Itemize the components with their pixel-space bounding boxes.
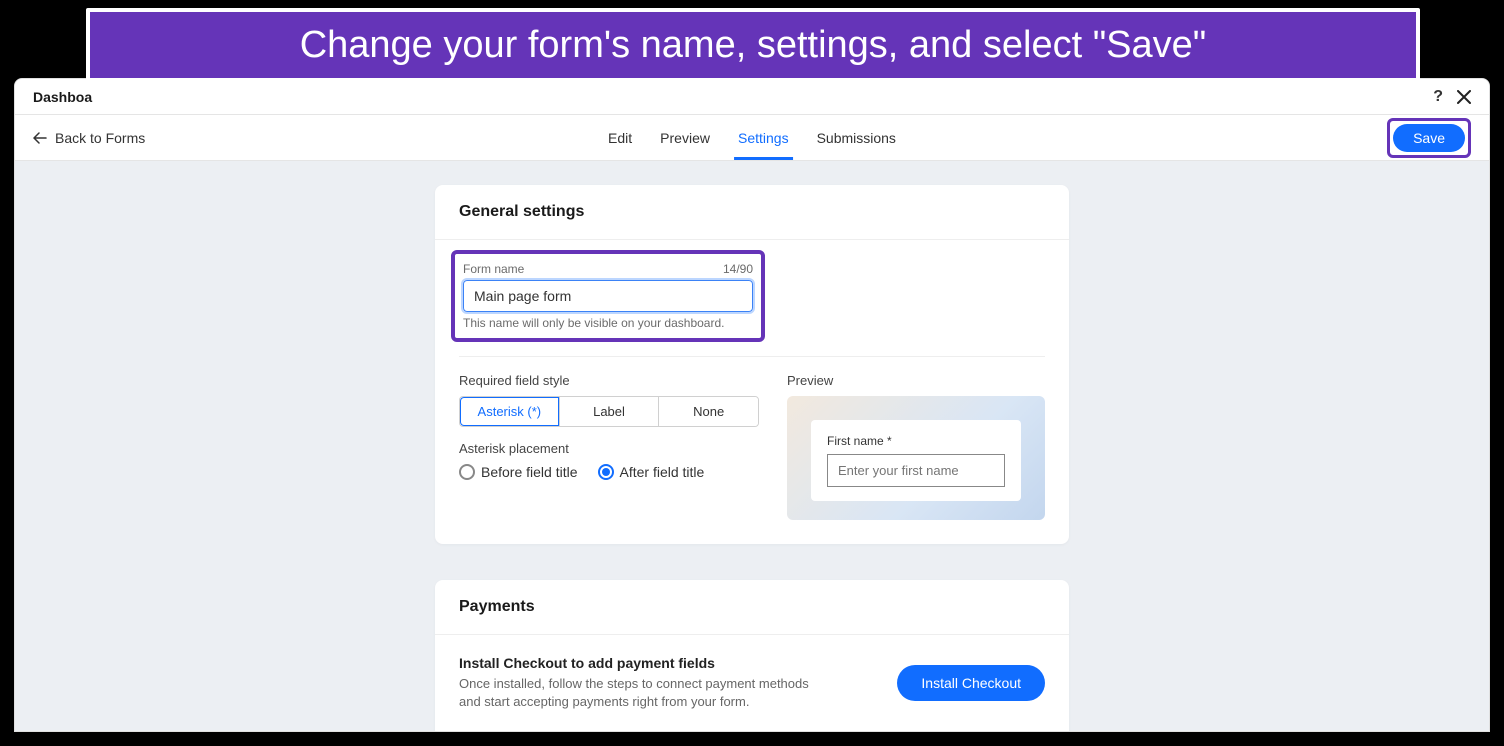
preview-input <box>827 454 1005 487</box>
placement-after-label: After field title <box>620 464 705 480</box>
preview-panel: First name * <box>787 396 1045 520</box>
asterisk-placement-label: Asterisk placement <box>459 441 759 456</box>
tab-submissions[interactable]: Submissions <box>817 115 896 160</box>
preview-field-label: First name * <box>827 434 1005 448</box>
preview-label: Preview <box>787 373 1045 388</box>
settings-columns: Required field style Asterisk (*) Label … <box>459 373 1045 520</box>
payments-card: Payments Install Checkout to add payment… <box>435 580 1069 731</box>
required-style-segmented: Asterisk (*) Label None <box>459 396 759 427</box>
placement-before-radio[interactable]: Before field title <box>459 464 578 480</box>
form-name-highlight: Form name 14/90 This name will only be v… <box>451 250 765 342</box>
callout-text: Change your form's name, settings, and s… <box>300 24 1207 67</box>
radio-icon <box>459 464 475 480</box>
style-option-label[interactable]: Label <box>559 397 659 426</box>
back-to-forms-link[interactable]: Back to Forms <box>33 130 145 146</box>
instruction-callout: Change your form's name, settings, and s… <box>86 8 1420 82</box>
window-title: Dashboa <box>33 89 92 105</box>
content-area: General settings Form name 14/90 This na… <box>15 161 1489 731</box>
payments-description: Once installed, follow the steps to conn… <box>459 675 829 711</box>
required-field-style-label: Required field style <box>459 373 759 388</box>
payments-title: Install Checkout to add payment fields <box>459 655 829 671</box>
payments-heading: Payments <box>435 580 1069 635</box>
form-name-counter: 14/90 <box>723 262 753 276</box>
style-option-none[interactable]: None <box>658 397 758 426</box>
toolbar: Back to Forms Edit Preview Settings Subm… <box>15 115 1489 161</box>
style-option-asterisk[interactable]: Asterisk (*) <box>460 397 559 426</box>
arrow-left-icon <box>33 132 47 144</box>
save-button[interactable]: Save <box>1393 124 1465 152</box>
general-settings-card: General settings Form name 14/90 This na… <box>435 185 1069 544</box>
general-heading: General settings <box>435 185 1069 240</box>
radio-icon <box>598 464 614 480</box>
tab-preview[interactable]: Preview <box>660 115 710 160</box>
form-name-label-row: Form name 14/90 <box>463 262 753 276</box>
asterisk-placement-group: Asterisk placement Before field title Af… <box>459 441 759 480</box>
install-checkout-button[interactable]: Install Checkout <box>897 665 1045 701</box>
save-highlight: Save <box>1387 118 1471 158</box>
form-name-label: Form name <box>463 262 524 276</box>
app-window: Dashboa ? Back to Forms Edit Preview Set… <box>14 78 1490 732</box>
tab-settings[interactable]: Settings <box>738 115 789 160</box>
titlebar: Dashboa ? <box>15 79 1489 115</box>
tab-edit[interactable]: Edit <box>608 115 632 160</box>
back-label: Back to Forms <box>55 130 145 146</box>
preview-card: First name * <box>811 420 1021 501</box>
close-icon[interactable] <box>1457 90 1471 104</box>
titlebar-actions: ? <box>1433 88 1471 106</box>
help-icon[interactable]: ? <box>1433 88 1443 106</box>
tabs: Edit Preview Settings Submissions <box>608 115 896 160</box>
placement-before-label: Before field title <box>481 464 578 480</box>
placement-after-radio[interactable]: After field title <box>598 464 705 480</box>
form-name-input[interactable] <box>463 280 753 312</box>
divider <box>459 356 1045 357</box>
form-name-helper: This name will only be visible on your d… <box>463 316 753 330</box>
